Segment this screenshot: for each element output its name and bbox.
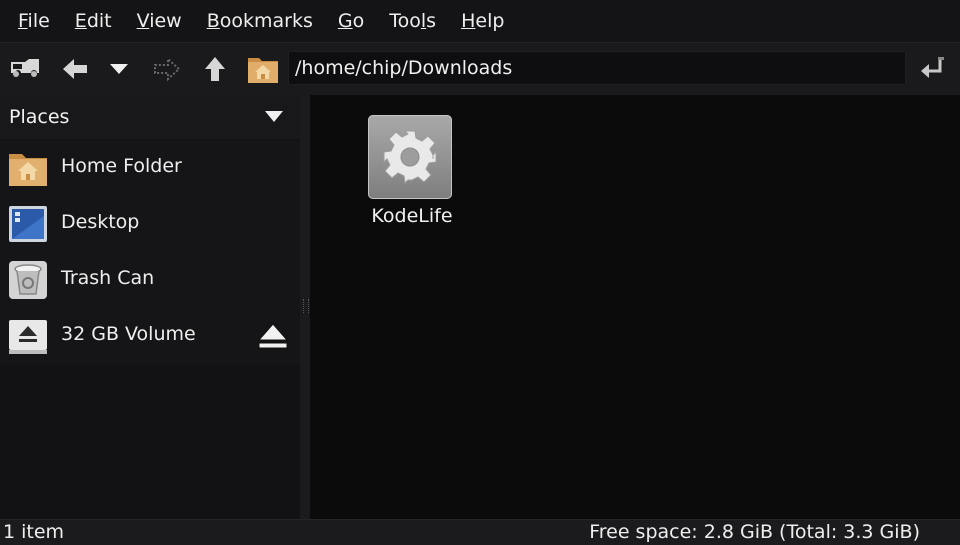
free-space: Free space: 2.8 GiB (Total: 3.3 GiB) [589,521,920,543]
sidebar-item-label: Trash Can [61,267,155,289]
forward-button[interactable] [150,53,184,85]
sidebar-item-label: 32 GB Volume [61,323,196,345]
menu-edit-label: dit [86,10,112,32]
go-button[interactable] [916,53,950,85]
item-count: 1 item [3,521,65,543]
menu-bookmarks[interactable]: Bookmarks [207,10,313,32]
eject-icon[interactable] [256,320,290,352]
menu-view[interactable]: View [137,10,182,32]
menu-edit-mnemonic: E [74,10,87,32]
sidebar-item-32gb-volume[interactable]: 32 GB Volume [0,308,300,364]
home-button[interactable] [246,53,280,85]
menu-tools-label: s [426,10,437,32]
sidebar: Places Home Folder Desktop Trash Can 32 … [0,95,300,519]
up-button[interactable] [198,53,232,85]
menu-go-label: o [352,10,365,32]
places-header: Places [0,95,300,139]
menu-go-mnemonic: G [337,10,353,32]
menu-view-label: iew [149,10,182,32]
menu-help-label: elp [475,10,505,32]
history-dropdown-button[interactable] [102,53,136,85]
menu-help-mnemonic: H [461,10,476,32]
status-bar: 1 item Free space: 2.8 GiB (Total: 3.3 G… [0,519,960,545]
sidebar-item-label: Home Folder [61,155,182,177]
sidebar-item-trash-can[interactable]: Trash Can [0,252,300,308]
menu-bar: File Edit View Bookmarks Go Tools Help [0,0,960,42]
location-bar[interactable]: /home/chip/Downloads [288,51,906,85]
splitter-grip [303,299,309,313]
menu-file-mnemonic: F [18,10,28,32]
gear-icon [383,130,437,185]
places-title: Places [9,106,70,128]
up-arrow-icon [205,57,225,81]
menu-tools[interactable]: Tools [389,10,436,32]
menu-file-label: ile [27,10,50,32]
sidebar-item-desktop[interactable]: Desktop [0,196,300,252]
history-dropdown-icon [110,64,128,74]
forward-arrow-icon [154,57,181,81]
drive-icon [9,320,47,354]
home-folder-icon [9,154,47,186]
home-folder-icon [248,58,278,83]
menu-file[interactable]: File [18,10,50,32]
location-path: /home/chip/Downloads [295,57,513,79]
executable-icon [368,115,452,199]
computer-button[interactable] [8,53,42,85]
pane-splitter[interactable] [300,95,310,519]
file-item[interactable]: KodeLife [358,113,466,233]
back-arrow-icon [63,59,87,79]
computer-icon [11,59,39,77]
desktop-icon [9,206,47,242]
sidebar-item-home-folder[interactable]: Home Folder [0,140,300,196]
menu-edit[interactable]: Edit [75,10,112,32]
places-dropdown-icon[interactable] [264,110,284,124]
go-return-icon [921,57,944,78]
menu-view-mnemonic: V [136,10,150,32]
menu-go[interactable]: Go [338,10,364,32]
sidebar-item-label: Desktop [61,211,140,233]
menu-tools-prefix: Too [389,10,421,32]
file-view: KodeLife [310,95,960,519]
menu-bookmarks-mnemonic: B [206,10,220,32]
toolbar: /home/chip/Downloads [0,42,960,96]
file-name: KodeLife [371,205,453,227]
back-button[interactable] [58,53,92,85]
menu-bookmarks-label: ookmarks [219,10,313,32]
trash-can-icon [9,261,47,299]
menu-help[interactable]: Help [461,10,504,32]
